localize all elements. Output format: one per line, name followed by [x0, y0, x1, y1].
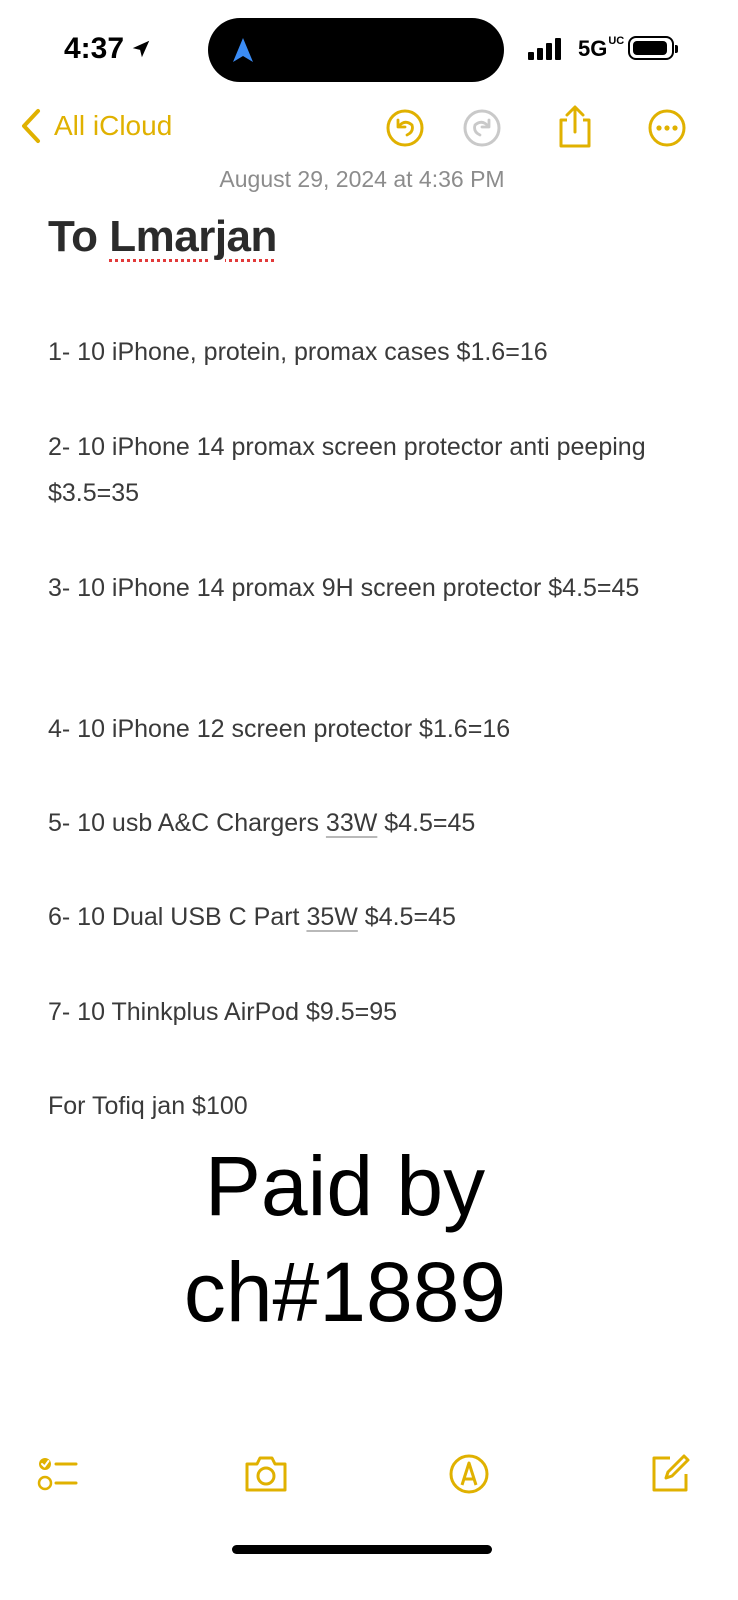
list-item: 6- 10 Dual USB C Part 35W $4.5=45: [48, 894, 648, 940]
list-item: 7- 10 Thinkplus AirPod $9.5=95: [48, 998, 398, 1026]
detected-power-link[interactable]: 35W: [306, 903, 357, 931]
checklist-icon[interactable]: [36, 1452, 80, 1496]
list-item-text: $4.5=45: [357, 903, 456, 931]
undo-icon[interactable]: [385, 108, 425, 148]
list-item-text: $4.5=45: [377, 809, 476, 837]
list-item-text: 5- 10 usb A&C Chargers: [48, 809, 326, 837]
battery-icon: [628, 36, 678, 60]
share-icon[interactable]: [555, 104, 595, 150]
markup-icon[interactable]: [447, 1452, 491, 1496]
list-item: 2- 10 iPhone 14 promax screen protector …: [48, 433, 646, 507]
list-item: 1- 10 iPhone, protein, promax cases $1.6…: [48, 338, 548, 366]
status-time-group: 4:37: [64, 32, 152, 66]
note-date: August 29, 2024 at 4:36 PM: [219, 166, 505, 192]
list-item: 5- 10 usb A&C Chargers 33W $4.5=45: [48, 800, 648, 846]
network-label: 5G: [578, 36, 608, 61]
back-button[interactable]: All iCloud: [20, 108, 172, 144]
chevron-left-icon: [22, 109, 40, 143]
list-item: For Tofiq jan $100: [48, 1092, 248, 1120]
note-title[interactable]: To Lmarjan: [48, 212, 277, 262]
note-title-prefix: To: [48, 212, 110, 261]
home-indicator[interactable]: [232, 1545, 492, 1554]
dynamic-island: [208, 18, 504, 82]
list-item: 4- 10 iPhone 12 screen protector $1.6=16: [48, 715, 511, 743]
network-sup: UC: [608, 35, 625, 47]
back-button-label: All iCloud: [54, 110, 173, 141]
more-icon[interactable]: [647, 108, 687, 148]
status-time: 4:37: [64, 32, 125, 65]
redo-icon[interactable]: [462, 108, 502, 148]
navigation-arrow-icon: [233, 38, 253, 62]
note-title-name: Lmarjan: [109, 212, 277, 261]
detected-power-link[interactable]: 33W: [326, 809, 377, 837]
paid-stamp-line1: Paid by: [204, 1139, 486, 1233]
network-type: 5GUC: [578, 36, 624, 62]
cellular-signal-icon: [528, 38, 561, 60]
location-arrow-icon: [132, 40, 150, 58]
list-item-text: 6- 10 Dual USB C Part: [48, 903, 307, 931]
compose-icon[interactable]: [648, 1452, 692, 1496]
camera-icon[interactable]: [242, 1452, 290, 1496]
paid-stamp-line2: ch#1889: [183, 1245, 507, 1339]
list-item: 3- 10 iPhone 14 promax 9H screen protect…: [48, 574, 640, 602]
